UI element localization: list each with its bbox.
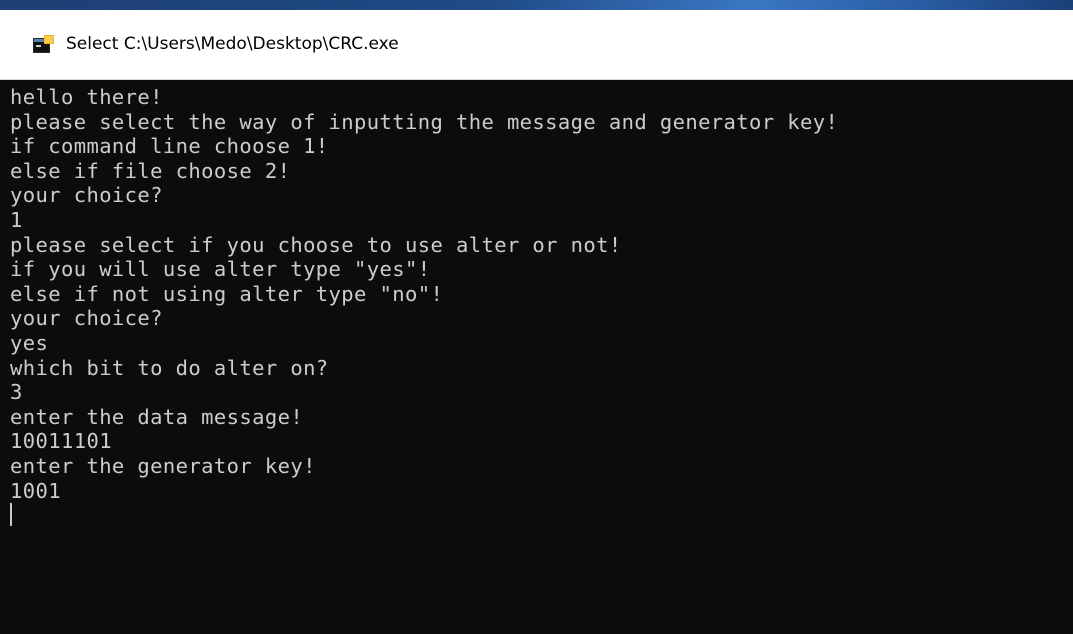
console-line: your choice?: [10, 306, 163, 331]
console-line: enter the generator key!: [10, 454, 316, 478]
desktop-strip: [0, 0, 1073, 10]
console-line: 1001: [10, 478, 61, 503]
console-line: 3: [10, 380, 23, 405]
console-line: enter the data message!: [10, 404, 304, 429]
console-line: hello there!: [10, 85, 163, 109]
console-line: please select if you choose to use alter…: [10, 232, 622, 257]
console-line: 10011101: [10, 429, 112, 454]
console-line: your choice?: [10, 183, 163, 208]
console-line: if command line choose 1!: [10, 134, 329, 159]
console-line: 1: [10, 208, 23, 232]
console-window: Select C:\Users\Medo\Desktop\CRC.exe hel…: [0, 0, 1073, 634]
window-title: Select C:\Users\Medo\Desktop\CRC.exe: [66, 34, 399, 54]
console-line: yes: [10, 331, 49, 355]
console-app-icon[interactable]: [33, 35, 55, 55]
console-line: else if file choose 2!: [10, 158, 291, 183]
console-line: if you will use alter type "yes"!: [10, 257, 431, 282]
console-line: else if not using alter type "no"!: [10, 281, 444, 306]
console-line: which bit to do alter on?: [10, 355, 329, 380]
title-bar[interactable]: Select C:\Users\Medo\Desktop\CRC.exe: [0, 10, 1073, 80]
console-output[interactable]: hello there! please select the way of inp…: [0, 80, 1073, 634]
console-line: please select the way of inputting the m…: [10, 109, 839, 134]
text-cursor: [10, 503, 12, 527]
